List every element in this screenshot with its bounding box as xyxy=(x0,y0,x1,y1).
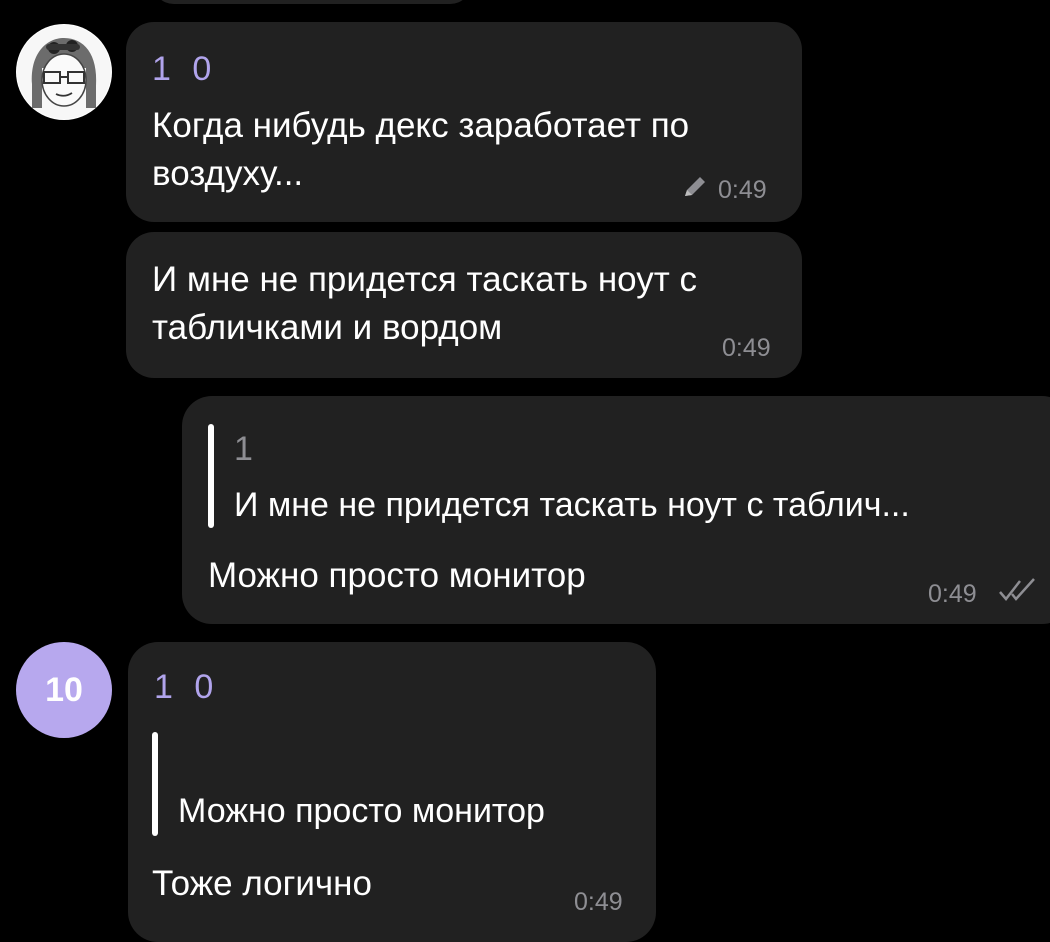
message-text-line-2: воздуху... xyxy=(152,154,304,193)
message-text-line-1: Когда нибудь декс заработает по xyxy=(152,106,690,145)
reply-quote-text[interactable]: Можно просто монитор xyxy=(178,792,545,831)
reply-sender-name[interactable]: 1 xyxy=(234,430,253,469)
reply-quote-bar xyxy=(208,424,214,528)
avatar-drawing-icon xyxy=(17,25,111,119)
message-text: Можно просто монитор xyxy=(208,556,586,595)
message-bubble-1[interactable]: 1 0 Когда нибудь декс заработает по возд… xyxy=(126,22,802,222)
reply-quote-bar xyxy=(152,732,158,836)
user-avatar-initials[interactable]: 10 xyxy=(16,642,112,738)
user-avatar[interactable] xyxy=(16,24,112,120)
message-text-line-1: И мне не придется таскать ноут с xyxy=(152,260,698,299)
message-time: 0:49 xyxy=(928,580,977,608)
message-text-line-2: табличками и вордом xyxy=(152,308,503,347)
double-check-icon xyxy=(998,576,1038,609)
message-bubble-2[interactable]: И мне не придется таскать ноут с табличк… xyxy=(126,232,802,378)
pencil-icon xyxy=(682,174,708,205)
sender-name[interactable]: 1 0 xyxy=(152,50,217,89)
message-bubble-3[interactable]: 1 И мне не придется таскать ноут с табли… xyxy=(182,396,1050,624)
message-bubble-4[interactable]: 1 0 Можно просто монитор Тоже логично 0:… xyxy=(128,642,656,942)
message-time: 0:49 xyxy=(722,334,771,362)
avatar-initials: 10 xyxy=(45,670,83,709)
message-time: 0:49 xyxy=(574,888,623,916)
message-text: Тоже логично xyxy=(152,864,372,903)
message-time: 0:49 xyxy=(718,176,767,204)
reply-quote-text[interactable]: И мне не придется таскать ноут с таблич.… xyxy=(234,486,910,525)
sender-name[interactable]: 1 0 xyxy=(154,668,219,707)
previous-message-bubble[interactable] xyxy=(152,0,472,4)
